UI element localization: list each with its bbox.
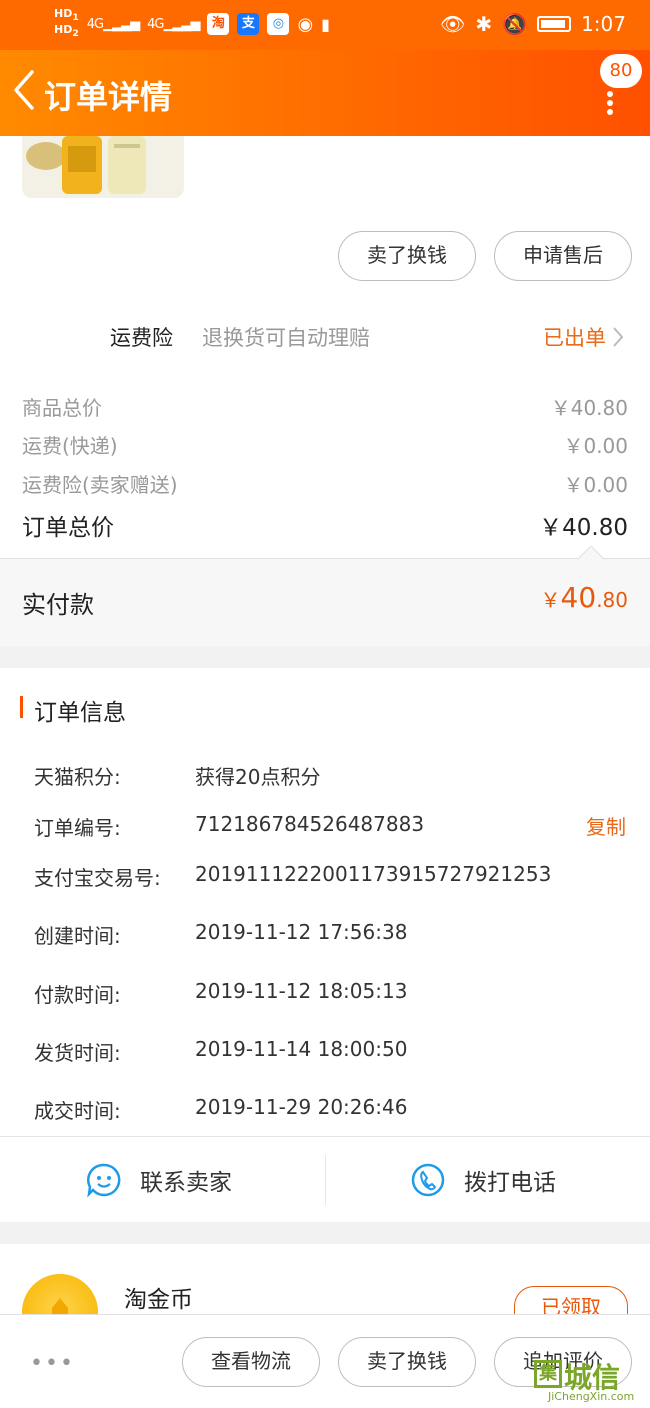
taobao-app-icon: 淘 [207,13,230,36]
order-info-heading: 订单信息 [34,700,126,726]
phone-icon [411,1163,445,1197]
call-phone-button[interactable]: 拨打电话 [410,1137,556,1223]
network-type-2: 4G [147,16,164,32]
freight-insurance-desc: 退换货可自动理赔 [202,326,370,350]
freight-insurance-label: 运费险 [110,326,173,350]
actual-payment-row: 实付款 ￥40.80 [0,546,650,646]
hd-top-sub: 1 [72,12,79,24]
price-row-freight-insurance: 运费险(卖家赠送) ￥0.00 [22,469,628,498]
more-actions-button[interactable]: ••• [30,1351,75,1376]
watermark-logo: 集 城信 JiChengXin.com [534,1356,646,1404]
back-arrow-icon[interactable] [10,68,40,112]
mute-icon: 🔕 [502,12,528,36]
product-bottles-image [26,136,146,194]
info-label: 发货时间: [34,1041,121,1065]
price-row-order-total: 订单总价 ￥40.80 [22,508,628,542]
info-row-order-number: 订单编号: 712186784526487883 [34,812,424,841]
tao-coin-panel: 淘金币 已领取 [0,1244,650,1326]
status-left: HD1 HD2 4G▁▂▃▅ 4G▁▂▃▅ 淘 支 ◎ ◉ ▮ [54,8,330,40]
hd-top-label: HD [54,7,73,20]
sell-for-cash-button[interactable]: 卖了换钱 [338,231,476,281]
info-value: 2019-11-14 18:00:50 [195,1037,408,1061]
more-menu-icon[interactable] [606,90,614,116]
battery-icon [537,16,572,32]
status-right: 👁 ✱ 🔕 1:07 [440,12,626,36]
watermark-box: 集 [534,1360,562,1388]
info-value: 2019-11-12 18:05:13 [195,979,408,1003]
chat-smile-icon [87,1163,121,1198]
tao-coin-title: 淘金币 [124,1287,193,1313]
info-label: 天猫积分: [34,765,121,789]
info-label: 成交时间: [34,1099,121,1123]
chevron-right-icon [613,327,624,347]
clock: 1:07 [581,12,626,36]
watermark-sub: JiChengXin.com [548,1390,635,1403]
goods-total-value: ￥40.80 [550,396,628,420]
caret-up-icon [578,546,604,560]
page-title: 订单详情 [44,78,173,116]
paid-decimal: .80 [596,588,628,612]
price-row-shipping: 运费(快递) ￥0.00 [22,430,628,459]
info-row-created: 创建时间: 2019-11-12 17:56:38 [34,920,407,949]
contact-seller-button[interactable]: 联系卖家 [86,1137,232,1223]
network-type-1: 4G [86,16,104,32]
product-image[interactable] [22,136,184,198]
info-value: 2019111222001173915727921253 [195,862,552,886]
info-row-shipped: 发货时间: 2019-11-14 18:00:50 [34,1037,407,1066]
freight-insurance-fee-value: ￥0.00 [563,473,628,497]
message-badge[interactable]: 80 [600,54,642,88]
actual-payment-value: ￥40.80 [541,581,628,614]
shipping-value: ￥0.00 [563,434,628,458]
apply-after-sales-button[interactable]: 申请售后 [494,231,632,281]
paid-currency: ￥ [540,588,561,612]
hd-indicator: HD1 HD2 [54,8,79,40]
info-value: 712186784526487883 [195,812,425,836]
shipping-label: 运费(快递) [22,434,118,458]
browser-app-icon: ◎ [267,13,290,36]
info-label: 订单编号: [34,816,121,840]
price-row-goods: 商品总价 ￥40.80 [22,392,628,421]
order-total-label: 订单总价 [22,515,114,541]
actual-payment-label: 实付款 [22,591,94,619]
info-label: 付款时间: [34,983,121,1007]
order-total-value: ￥40.80 [539,515,628,541]
hd-bottom-sub: 2 [72,28,79,40]
divider [325,1155,326,1205]
signal-icon-2: 4G▁▂▃▅ [147,16,200,32]
info-row-alipay-trade: 支付宝交易号: 2019111222001173915727921253 [34,862,551,891]
sell-for-cash-bottom-button[interactable]: 卖了换钱 [338,1337,476,1387]
copy-order-number-button[interactable]: 复制 [586,811,626,840]
freight-insurance-fee-label: 运费险(卖家赠送) [22,473,178,497]
freight-insurance-status[interactable]: 已出单 [543,322,606,352]
info-row-paid: 付款时间: 2019-11-12 18:05:13 [34,979,407,1008]
section-accent-bar [20,696,23,718]
alipay-app-icon: 支 [237,13,260,36]
nav-bar: 订单详情 80 [0,50,650,136]
battery-saver-icon: ▮ [321,14,330,34]
contact-seller-label: 联系卖家 [140,1170,232,1196]
info-value: 获得20点积分 [195,765,321,789]
info-label: 支付宝交易号: [34,866,161,890]
contact-bar: 联系卖家 拨打电话 [0,1136,650,1222]
view-logistics-button[interactable]: 查看物流 [182,1337,320,1387]
info-value: 2019-11-12 17:56:38 [195,920,408,944]
paid-integer: 40 [560,581,597,614]
info-value: 2019-11-29 20:26:46 [195,1095,408,1119]
signal-icon-1: 4G▁▂▃▅ [86,16,140,32]
goods-total-label: 商品总价 [22,396,102,420]
hd-bottom-label: HD [54,23,73,37]
eye-comfort-icon: 👁 [440,12,466,36]
status-bar: HD1 HD2 4G▁▂▃▅ 4G▁▂▃▅ 淘 支 ◎ ◉ ▮ 👁 ✱ 🔕 1:… [0,0,650,50]
info-label: 创建时间: [34,924,121,948]
bluetooth-icon: ✱ [475,12,493,36]
info-row-completed: 成交时间: 2019-11-29 20:26:46 [34,1095,407,1124]
info-row-points: 天猫积分: 获得20点积分 [34,761,320,790]
hotspot-icon: ◉ [297,13,314,35]
call-phone-label: 拨打电话 [464,1170,556,1196]
